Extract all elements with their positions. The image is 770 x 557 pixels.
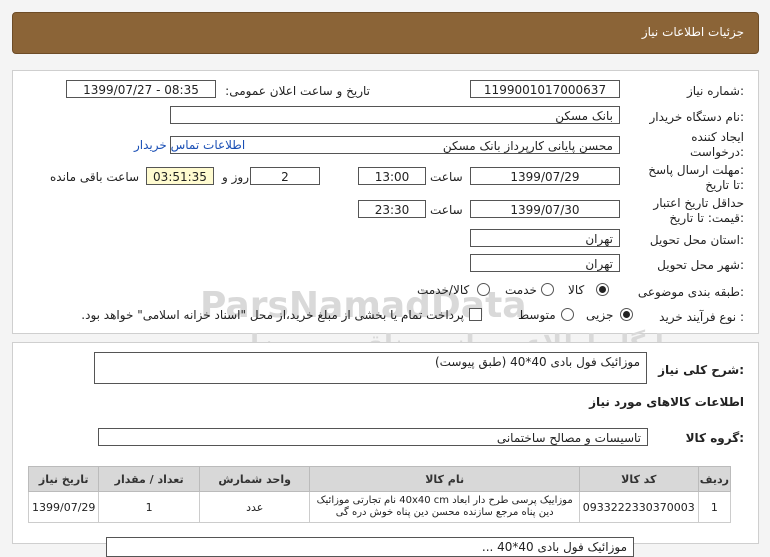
summary-field[interactable]: موزائیک فول بادی 40*40 (طبق پیوست) bbox=[94, 352, 647, 384]
category-goods-label: کالا bbox=[568, 283, 585, 297]
remaining-label: ساعت باقی مانده bbox=[50, 170, 140, 184]
process-label: نوع فرآیند خرید : bbox=[659, 310, 744, 324]
province-field[interactable]: تهران bbox=[470, 229, 620, 247]
remaining-time-field: 03:51:35 bbox=[146, 167, 214, 185]
cell-qty: 1 bbox=[98, 491, 200, 523]
col-row-header: ردیف bbox=[697, 466, 732, 492]
category-service-radio[interactable] bbox=[541, 283, 554, 296]
category-label: طبقه بندی موضوعی: bbox=[637, 285, 744, 299]
cell-unit: عدد bbox=[198, 491, 311, 523]
col-name-header: نام کالا bbox=[309, 466, 580, 492]
announce-label: تاریخ و ساعت اعلان عمومی: bbox=[225, 84, 370, 98]
validity-label-line2: قیمت: تا تاریخ: bbox=[669, 211, 744, 225]
days-field[interactable]: 2 bbox=[250, 167, 320, 185]
validity-time-field[interactable]: 23:30 bbox=[358, 200, 426, 218]
summary-label: شرح کلی نیاز: bbox=[658, 363, 744, 377]
category-goods-service-radio[interactable] bbox=[477, 283, 490, 296]
cell-date: 1399/07/29 bbox=[27, 491, 100, 523]
cell-row: 1 bbox=[697, 491, 732, 523]
creator-label-line1: ایجاد کننده bbox=[691, 130, 744, 144]
treasury-note: پرداخت تمام یا بخشی از مبلغ خرید،از محل … bbox=[81, 308, 464, 322]
process-partial-label: جزیی bbox=[586, 308, 614, 322]
process-partial-radio[interactable] bbox=[620, 308, 633, 321]
buyer-org-field[interactable]: بانک مسکن bbox=[170, 106, 620, 124]
deadline-time-label: ساعت bbox=[430, 170, 463, 184]
col-code-header: کد کالا bbox=[578, 466, 699, 492]
city-field[interactable]: تهران bbox=[470, 254, 620, 272]
need-number-label: شماره نیاز: bbox=[686, 84, 744, 98]
cell-code: 0933222330370003 bbox=[578, 491, 699, 523]
table-row[interactable]: 1 0933222330370003 موزاییک پرسی طرح دار … bbox=[27, 491, 732, 523]
process-medium-radio[interactable] bbox=[561, 308, 574, 321]
category-service-label: خدمت bbox=[505, 283, 537, 297]
creator-label-line2: درخواست: bbox=[690, 145, 744, 159]
table-header-row: ردیف کد کالا نام کالا واحد شمارش تعداد /… bbox=[27, 466, 732, 492]
buyer-org-label: نام دستگاه خریدار: bbox=[649, 110, 745, 124]
deadline-time-field[interactable]: 13:00 bbox=[358, 167, 426, 185]
deadline-label-line2: تا تاریخ: bbox=[705, 178, 744, 192]
need-number-field[interactable]: 1199001017000637 bbox=[470, 80, 620, 98]
col-qty-header: تعداد / مقدار bbox=[98, 466, 200, 492]
deadline-label-line1: مهلت ارسال پاسخ: bbox=[648, 163, 744, 177]
goods-table: ردیف کد کالا نام کالا واحد شمارش تعداد /… bbox=[27, 466, 732, 523]
process-medium-label: متوسط bbox=[518, 308, 556, 322]
announce-field[interactable]: 1399/07/27 - 08:35 bbox=[66, 80, 216, 98]
category-goods-service-label: کالا/خدمت bbox=[417, 283, 470, 297]
col-date-header: تاریخ نیاز bbox=[27, 466, 100, 492]
province-label: استان محل تحویل: bbox=[649, 233, 744, 247]
category-goods-radio[interactable] bbox=[596, 283, 609, 296]
cell-name: موزاییک پرسی طرح دار ابعاد 40x40 cm نام … bbox=[309, 491, 580, 523]
buyer-contact-link[interactable]: اطلاعات تماس خریدار bbox=[134, 138, 245, 152]
col-unit-header: واحد شمارش bbox=[198, 466, 311, 492]
days-label: روز و bbox=[222, 170, 249, 184]
treasury-checkbox[interactable] bbox=[469, 308, 482, 321]
validity-label-line1: حداقل تاریخ اعتبار bbox=[653, 196, 744, 210]
page-title: جزئیات اطلاعات نیاز bbox=[641, 25, 744, 39]
goods-section-title: اطلاعات کالاهای مورد نیاز bbox=[589, 395, 744, 409]
goods-group-label: گروه کالا: bbox=[685, 431, 744, 445]
validity-date-field[interactable]: 1399/07/30 bbox=[470, 200, 620, 218]
deadline-date-field[interactable]: 1399/07/29 bbox=[470, 167, 620, 185]
city-label: شهر محل تحویل: bbox=[657, 258, 744, 272]
goods-group-field[interactable]: تاسیسات و مصالح ساختمانی bbox=[98, 428, 648, 446]
validity-time-label: ساعت bbox=[430, 203, 463, 217]
buyer-notes-field[interactable]: موزائیک فول بادی 40*40 ... bbox=[106, 537, 634, 557]
page-header: جزئیات اطلاعات نیاز bbox=[12, 12, 759, 54]
